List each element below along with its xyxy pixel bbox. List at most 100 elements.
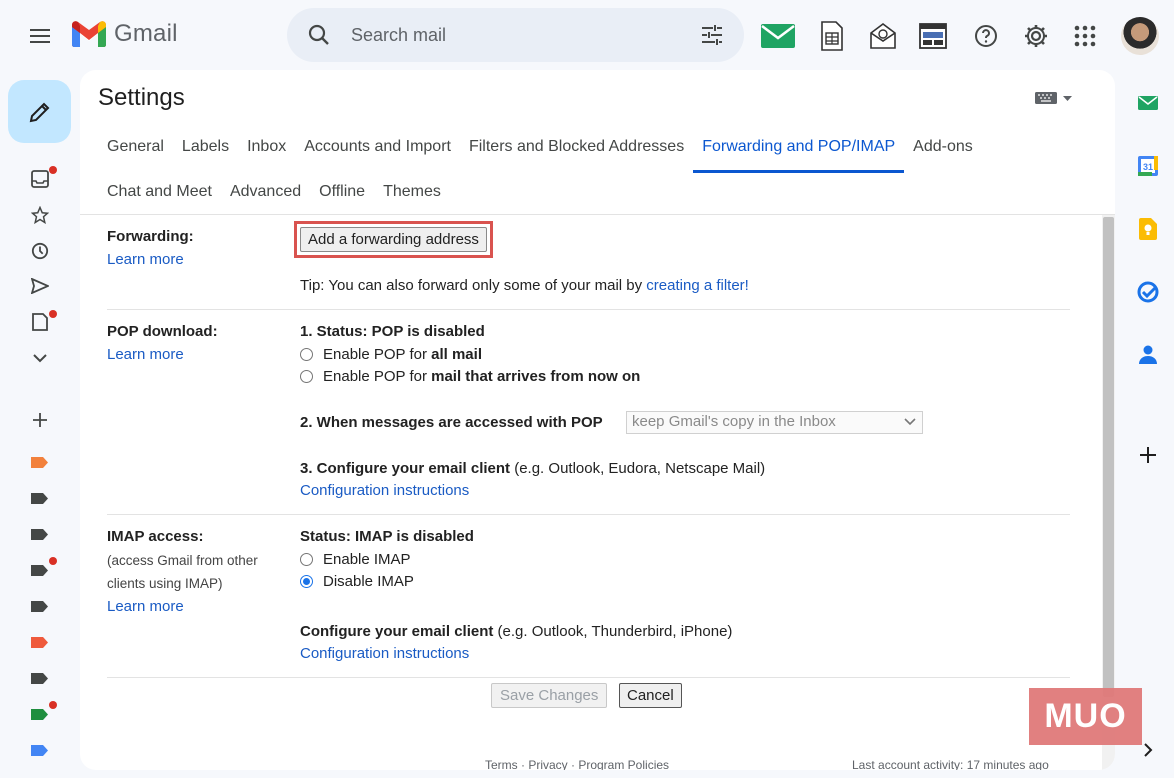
account-avatar[interactable] — [1121, 17, 1159, 55]
tab-forwarding-pop-imap[interactable]: Forwarding and POP/IMAP — [693, 130, 905, 173]
tip-text: Tip: You can also forward only some of y… — [300, 277, 647, 294]
radio-button[interactable] — [300, 370, 313, 383]
cancel-button[interactable]: Cancel — [619, 683, 682, 708]
tab-accounts-and-import[interactable]: Accounts and Import — [295, 130, 460, 172]
scrollbar-thumb[interactable] — [1103, 217, 1114, 697]
label-icon[interactable] — [31, 673, 48, 684]
note-line: (access Gmail from other — [107, 553, 258, 568]
gmail-wordmark: Gmail — [114, 20, 178, 47]
label-icon[interactable] — [31, 709, 48, 720]
sheet-icon[interactable] — [812, 16, 852, 56]
option-text: Enable POP for — [323, 368, 432, 385]
settings-panel: Settings General Labels Inbox Accounts a… — [80, 70, 1115, 770]
star-icon[interactable] — [26, 201, 54, 229]
mail-icon[interactable] — [1136, 91, 1160, 115]
step3-rest: (e.g. Outlook, Eudora, Netscape Mail) — [510, 460, 766, 477]
mail-icon[interactable] — [758, 16, 798, 56]
keyboard-icon — [1035, 92, 1057, 104]
forwarding-learn-more-link[interactable]: Learn more — [107, 251, 184, 268]
send-icon[interactable] — [26, 272, 54, 300]
pop-status: 1. Status: POP is disabled — [300, 323, 485, 340]
save-changes-button[interactable]: Save Changes — [491, 683, 608, 708]
add-icon[interactable] — [1136, 443, 1160, 467]
imap-configure: Configure your email client (e.g. Outloo… — [300, 623, 732, 640]
radio-button[interactable] — [300, 553, 313, 566]
pop-configuration-link[interactable]: Configuration instructions — [300, 482, 469, 499]
imap-learn-more-link[interactable]: Learn more — [107, 598, 184, 615]
top-bar: Gmail — [0, 0, 1174, 72]
search-input[interactable] — [351, 22, 671, 48]
tab-add-ons[interactable]: Add-ons — [904, 130, 982, 172]
more-icon[interactable] — [26, 344, 54, 372]
label-icon[interactable] — [31, 529, 48, 540]
pop-learn-more-link[interactable]: Learn more — [107, 346, 184, 363]
unread-dot — [49, 701, 57, 709]
add-label-icon[interactable] — [26, 406, 54, 434]
radio-button[interactable] — [300, 348, 313, 361]
account-activity: Last account activity: 17 minutes ago — [852, 758, 1049, 770]
option-label: Enable IMAP — [323, 551, 411, 568]
compose-button[interactable] — [8, 80, 71, 143]
label-icon[interactable] — [31, 601, 48, 612]
clock-icon[interactable] — [26, 237, 54, 265]
svg-text:31: 31 — [1143, 162, 1153, 172]
add-forwarding-address-button[interactable]: Add a forwarding address — [300, 227, 487, 252]
enable-imap-option[interactable]: Enable IMAP — [300, 551, 411, 568]
imap-status: Status: IMAP is disabled — [300, 528, 474, 545]
help-icon[interactable] — [966, 16, 1006, 56]
search-bar[interactable] — [287, 8, 744, 62]
search-icon[interactable] — [307, 23, 331, 52]
section-divider — [107, 514, 1070, 515]
option-label: Enable POP for mail that arrives from no… — [323, 368, 640, 385]
scrollbar[interactable] — [1102, 215, 1115, 770]
option-bold: all mail — [431, 346, 482, 363]
imap-configuration-link[interactable]: Configuration instructions — [300, 645, 469, 662]
settings-icon[interactable] — [1016, 16, 1056, 56]
label-icon[interactable] — [31, 493, 48, 504]
apps-icon[interactable] — [1065, 16, 1105, 56]
unread-dot — [49, 557, 57, 565]
forwarding-label: Forwarding: — [107, 228, 194, 245]
label-icon[interactable] — [31, 457, 48, 468]
chevron-down-icon — [904, 418, 916, 426]
imap-note: (access Gmail from other clients using IM… — [107, 549, 258, 595]
tab-labels[interactable]: Labels — [173, 130, 238, 172]
tab-themes[interactable]: Themes — [374, 175, 450, 217]
create-filter-link[interactable]: creating a filter! — [646, 277, 749, 294]
hamburger-icon — [30, 35, 50, 37]
disable-imap-option[interactable]: Disable IMAP — [300, 573, 414, 590]
tab-advanced[interactable]: Advanced — [221, 175, 310, 217]
configure-bold: Configure your email client — [300, 623, 494, 640]
tab-general[interactable]: General — [98, 130, 173, 172]
calendar-icon[interactable]: 31 — [1136, 154, 1160, 178]
footer-links[interactable]: Terms · Privacy · Program Policies — [485, 758, 669, 770]
tasks-icon[interactable] — [1136, 280, 1160, 304]
contacts-icon[interactable] — [1136, 342, 1160, 366]
pop-from-now-option[interactable]: Enable POP for mail that arrives from no… — [300, 368, 640, 385]
search-options-icon[interactable] — [700, 24, 724, 51]
label-icon[interactable] — [31, 565, 48, 576]
configure-rest: (e.g. Outlook, Thunderbird, iPhone) — [493, 623, 733, 640]
label-icon[interactable] — [31, 637, 48, 648]
mail-open-icon[interactable] — [863, 16, 903, 56]
option-text: Enable POP for — [323, 346, 432, 363]
input-tools-toggle[interactable] — [1035, 92, 1072, 104]
pencil-icon — [29, 102, 49, 122]
tab-offline[interactable]: Offline — [310, 175, 374, 217]
pop-all-mail-option[interactable]: Enable POP for all mail — [300, 346, 482, 363]
main-menu-button[interactable] — [20, 16, 60, 56]
label-icon[interactable] — [31, 745, 48, 756]
layout-icon[interactable] — [913, 16, 953, 56]
page-title: Settings — [98, 84, 185, 111]
gmail-logo[interactable]: Gmail — [72, 20, 178, 48]
option-bold: mail that arrives from now on — [431, 368, 641, 385]
pop-label: POP download: — [107, 323, 218, 340]
radio-button-selected[interactable] — [300, 575, 313, 588]
tab-inbox[interactable]: Inbox — [238, 130, 295, 172]
option-label: Enable POP for all mail — [323, 346, 482, 363]
keep-icon[interactable] — [1136, 217, 1160, 241]
tab-filters[interactable]: Filters and Blocked Addresses — [460, 130, 693, 172]
forwarding-tip: Tip: You can also forward only some of y… — [300, 277, 749, 294]
pop-access-select[interactable]: keep Gmail's copy in the Inbox — [626, 411, 923, 434]
tab-chat-and-meet[interactable]: Chat and Meet — [98, 175, 221, 217]
